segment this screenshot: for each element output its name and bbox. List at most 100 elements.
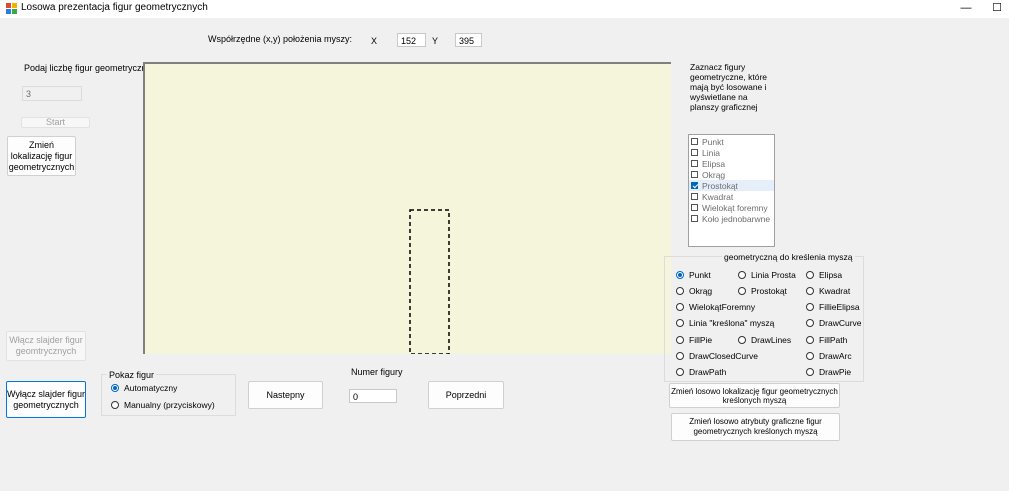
shape-checkbox-label: Elipsa	[702, 158, 726, 169]
y-label: Y	[432, 36, 439, 46]
shapes-checklist[interactable]: Punkt Linia Elipsa Okrąg Prostokąt Kwadrat Wie…	[688, 134, 775, 247]
draw-shape-radio-label: Linia Prosta	[751, 270, 796, 280]
x-coordinate-field[interactable]: 152	[397, 33, 426, 47]
draw-shape-radio-label: DrawClosedCurve	[689, 351, 758, 361]
maximize-icon[interactable]: ☐	[985, 0, 1009, 16]
mouse-coords-label: Współrzędne (x,y) położenia myszy:	[208, 34, 353, 44]
change-location-button[interactable]: Zmień lokalizację figur geometrycznych	[7, 136, 76, 176]
draw-shape-radio[interactable]: Okrąg	[676, 286, 712, 296]
draw-shape-radio[interactable]: DrawPath	[676, 367, 726, 377]
shape-checkbox-item[interactable]: Punkt	[689, 136, 774, 147]
x-label: X	[371, 36, 378, 46]
radio-unselected-icon	[806, 319, 814, 327]
enable-slider-button[interactable]: Włącz slajder figur geomtrycznych	[6, 331, 86, 361]
radio-unselected-icon	[111, 401, 119, 409]
checkbox-unchecked-icon	[691, 160, 698, 167]
draw-shape-radio-label: DrawLines	[751, 335, 792, 345]
draw-shape-radio[interactable]: FillPie	[676, 335, 712, 345]
draw-shape-radio-label: FillPath	[819, 335, 848, 345]
show-mode-legend: Pokaz figur	[107, 370, 157, 380]
radio-unselected-icon	[676, 352, 684, 360]
radio-unselected-icon	[676, 336, 684, 344]
draw-shape-radio-label: DrawArc	[819, 351, 852, 361]
draw-shape-radio-label: FillPie	[689, 335, 713, 345]
random-attributes-button[interactable]: Zmień losowo atrybuty graficzne figur ge…	[671, 413, 840, 441]
shape-checkbox-label: Punkt	[702, 136, 724, 147]
figure-count-input[interactable]: 3	[22, 86, 82, 101]
radio-unselected-icon	[738, 271, 746, 279]
draw-shape-radio-label: DrawPie	[819, 367, 852, 377]
shape-checkbox-label: Koło jednobarwne	[702, 213, 771, 224]
shape-checkbox-item[interactable]: Kwadrat	[689, 191, 774, 202]
previous-button[interactable]: Poprzedni	[428, 381, 504, 409]
manual-radio[interactable]: Manualny (przyciskowy)	[111, 400, 215, 410]
draw-shape-radio-label: DrawCurve	[819, 318, 862, 328]
draw-shape-radio[interactable]: FillieElipsa	[806, 302, 860, 312]
radio-unselected-icon	[676, 287, 684, 295]
shape-checkbox-item[interactable]: Koło jednobarwne	[689, 213, 774, 224]
draw-shape-radio[interactable]: DrawCurve	[806, 318, 862, 328]
shapes-heading: Zaznacz figury geometryczne, które mają …	[690, 62, 768, 112]
draw-shape-radio[interactable]: DrawClosedCurve	[676, 351, 758, 361]
radio-unselected-icon	[738, 336, 746, 344]
shape-checkbox-label: Okrąg	[702, 169, 726, 180]
radio-unselected-icon	[676, 303, 684, 311]
draw-shape-radio[interactable]: Elipsa	[806, 270, 842, 280]
radio-unselected-icon	[806, 271, 814, 279]
checkbox-unchecked-icon	[691, 193, 698, 200]
draw-shape-radio[interactable]: Linia "kreślona" myszą	[676, 318, 774, 328]
checkbox-checked-icon	[691, 182, 698, 189]
disable-slider-button[interactable]: Wyłącz slajder figur geometrycznych	[6, 381, 86, 418]
next-button[interactable]: Nastepny	[248, 381, 323, 409]
figure-number-field[interactable]: 0	[349, 389, 397, 403]
radio-unselected-icon	[806, 352, 814, 360]
draw-shape-radio-label: Elipsa	[819, 270, 843, 280]
shape-checkbox-item[interactable]: Okrąg	[689, 169, 774, 180]
shape-checkbox-label: Kwadrat	[702, 191, 734, 202]
draw-shape-radio[interactable]: Linia Prosta	[738, 270, 796, 280]
shape-checkbox-item[interactable]: Elipsa	[689, 158, 774, 169]
shape-checkbox-item[interactable]: Linia	[689, 147, 774, 158]
shape-checkbox-item[interactable]: Wielokąt foremny	[689, 202, 774, 213]
shape-checkbox-label: Prostokąt	[702, 180, 738, 191]
minimize-icon[interactable]: —	[954, 0, 978, 16]
checkbox-unchecked-icon	[691, 149, 698, 156]
random-location-button[interactable]: Zmień losowo lokalizację figur geometryc…	[669, 383, 840, 408]
draw-shape-radio-label: Punkt	[689, 270, 711, 280]
checkbox-unchecked-icon	[691, 215, 698, 222]
draw-shape-radio[interactable]: Kwadrat	[806, 286, 850, 296]
draw-shape-legend: geometryczną do kreślenia myszą	[722, 252, 855, 262]
draw-shape-radio[interactable]: Punkt	[676, 270, 711, 280]
figure-number-label: Numer figury	[351, 367, 403, 377]
radio-selected-icon	[676, 271, 684, 279]
draw-shape-radio-label: Kwadrat	[819, 286, 851, 296]
radio-unselected-icon	[806, 336, 814, 344]
draw-shape-radio-label: Prostokąt	[751, 286, 787, 296]
radio-unselected-icon	[676, 368, 684, 376]
draw-shape-radio-label: WielokątForemny	[689, 302, 756, 312]
draw-shape-radio[interactable]: DrawArc	[806, 351, 852, 361]
radio-unselected-icon	[738, 287, 746, 295]
start-button[interactable]: Start	[21, 117, 90, 128]
draw-shape-radio[interactable]: WielokątForemny	[676, 302, 755, 312]
y-coordinate-field[interactable]: 395	[455, 33, 482, 47]
radio-unselected-icon	[806, 303, 814, 311]
radio-unselected-icon	[806, 368, 814, 376]
drawing-canvas[interactable]	[143, 62, 671, 354]
automatic-radio[interactable]: Automatyczny	[111, 383, 177, 393]
shape-checkbox-item[interactable]: Prostokąt	[689, 180, 774, 191]
shape-checkbox-label: Wielokąt foremny	[702, 202, 768, 213]
count-label: Podaj liczbę figur geometrycznych	[24, 63, 161, 73]
radio-unselected-icon	[676, 319, 684, 327]
draw-shape-radio-label: FillieElipsa	[819, 302, 860, 312]
draw-shape-radio-label: Okrąg	[689, 286, 713, 296]
draw-shape-radio-label: DrawPath	[689, 367, 727, 377]
draw-shape-radio[interactable]: DrawLines	[738, 335, 791, 345]
shape-checkbox-label: Linia	[702, 147, 720, 158]
draw-shape-radio[interactable]: FillPath	[806, 335, 847, 345]
draw-shape-radio[interactable]: Prostokąt	[738, 286, 787, 296]
radio-selected-icon	[111, 384, 119, 392]
checkbox-unchecked-icon	[691, 138, 698, 145]
radio-unselected-icon	[806, 287, 814, 295]
draw-shape-radio[interactable]: DrawPie	[806, 367, 851, 377]
